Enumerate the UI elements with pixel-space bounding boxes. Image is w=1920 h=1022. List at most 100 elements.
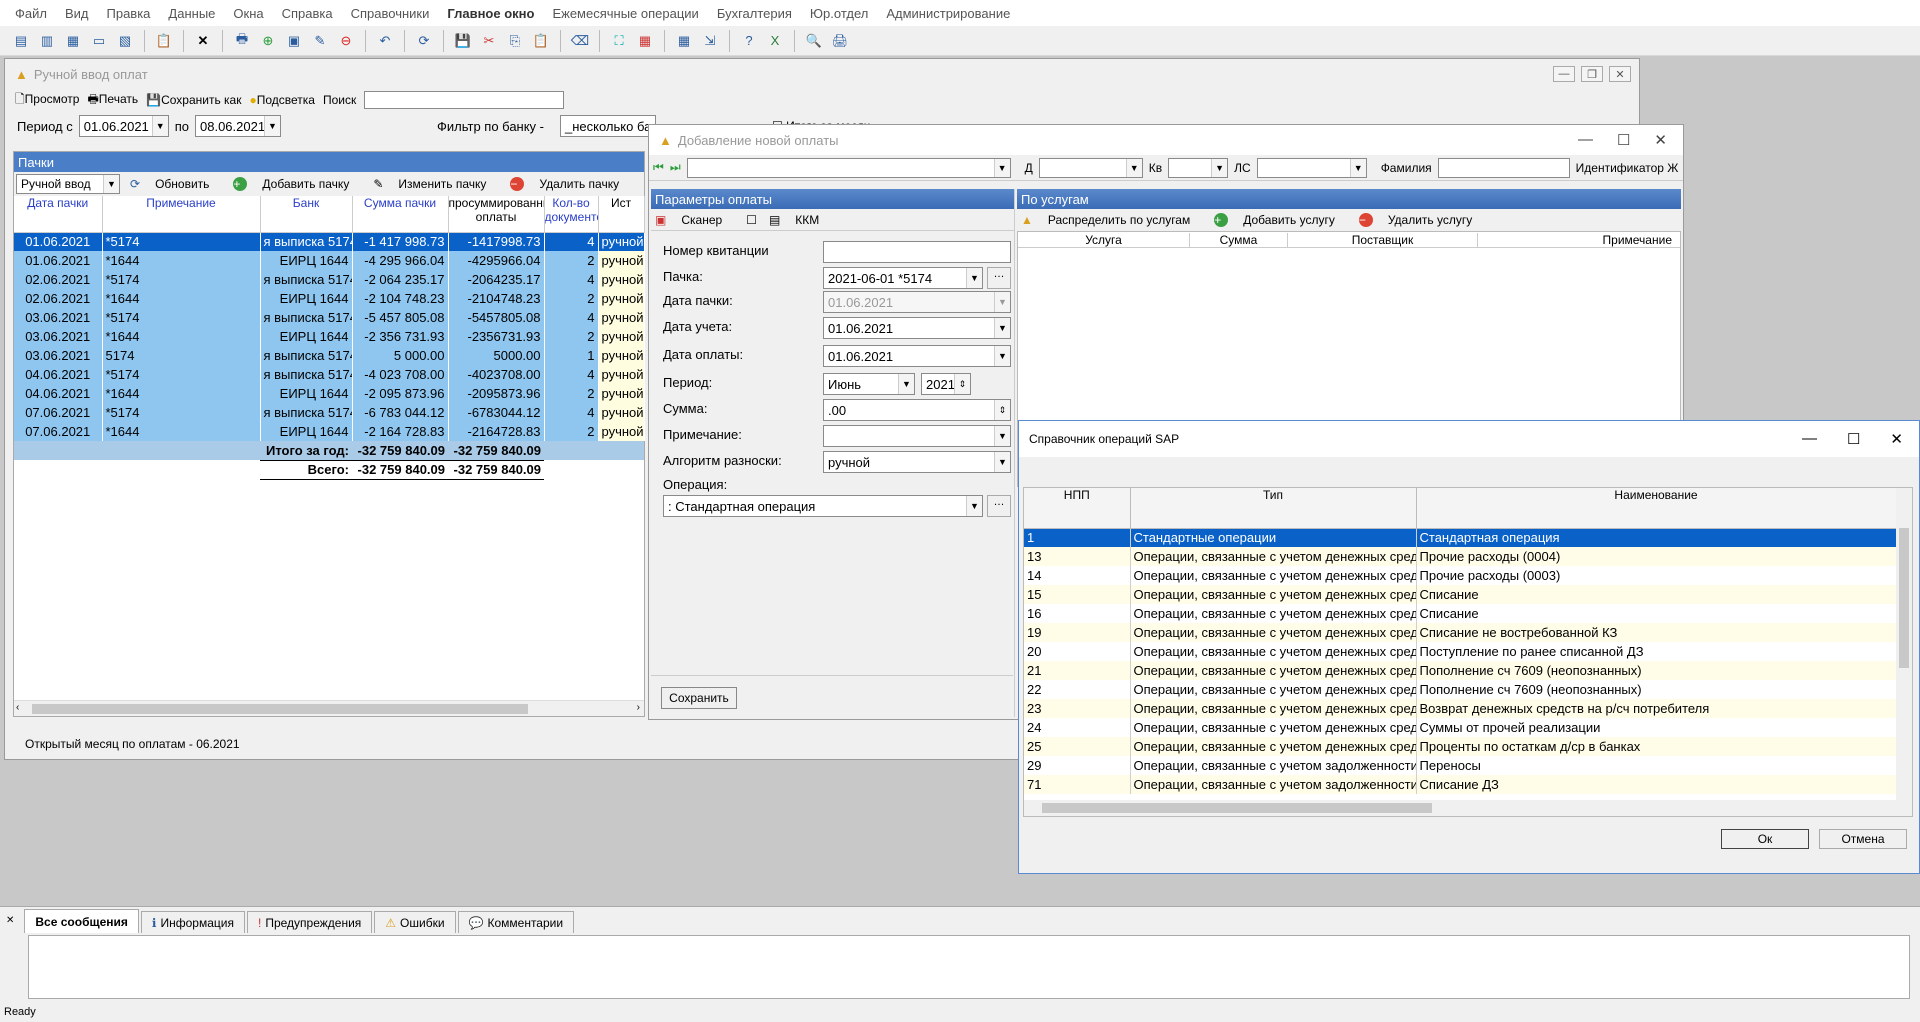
menu-item[interactable]: Ежемесячные операции (543, 6, 707, 21)
list-item[interactable]: 23 Операции, связанные с учетом денежных … (1024, 699, 1897, 718)
col-service[interactable]: Услуга (1018, 232, 1190, 247)
pack-select[interactable]: 2021-06-01 *5174 ▼ (823, 267, 983, 289)
tab-messages-0[interactable]: Все сообщения (24, 909, 139, 933)
copy-icon[interactable]: ⎘ (504, 30, 526, 52)
menu-item[interactable]: Главное окно (438, 6, 543, 21)
pack-type-select[interactable]: Ручной ввод ▼ (16, 174, 120, 194)
clipboard-icon[interactable]: 📋 (153, 30, 175, 52)
last-record-icon[interactable]: ⏭ (670, 160, 681, 175)
excel-icon[interactable]: X (764, 30, 786, 52)
ls-select[interactable]: ▼ (1256, 157, 1367, 178)
delete-pack-button[interactable]: − Удалить пачку (510, 177, 631, 191)
tile-icon[interactable]: ▧ (114, 30, 136, 52)
col-source[interactable]: Ист (598, 196, 645, 233)
algo-select[interactable]: ручной ▼ (823, 451, 1011, 473)
export-icon[interactable]: ⇲ (699, 30, 721, 52)
table-row[interactable]: 07.06.2021 *1644 ЕИРЦ 1644 -2 164 728.83 -21… (14, 422, 645, 441)
list-item[interactable]: 13 Операции, связанные с учетом денежных … (1024, 547, 1897, 566)
messages-close-icon[interactable]: ✕ (6, 915, 14, 926)
menu-item[interactable]: Бухгалтерия (708, 6, 801, 21)
col-pack-date[interactable]: Дата пачки (14, 196, 103, 233)
horizontal-scrollbar[interactable]: ‹ › (14, 700, 644, 716)
menu-item[interactable]: Администрирование (877, 6, 1019, 21)
save-as-button[interactable]: 💾Сохранить как (146, 93, 241, 107)
vertical-scrollbar[interactable] (1896, 488, 1912, 800)
menu-item[interactable]: Файл (6, 6, 56, 21)
select-icon[interactable]: ⛶ (608, 30, 630, 52)
ok-button[interactable]: Ок (1721, 829, 1809, 849)
address-select[interactable]: ▼ (686, 157, 1011, 178)
table-row[interactable]: 02.06.2021 *1644 ЕИРЦ 1644 -2 104 748.23 -21… (14, 289, 645, 308)
cancel-button[interactable]: Отмена (1819, 829, 1907, 849)
pack-browse-button[interactable]: … (987, 267, 1011, 289)
table-row[interactable]: 03.06.2021 *5174 я выписка 5174 -5 457 805.… (14, 308, 645, 327)
delete-service-button[interactable]: − Удалить услугу (1358, 213, 1484, 227)
tab-messages-2[interactable]: ! Предупреждения (246, 911, 373, 933)
kkm-button[interactable]: ▤ ККМ (769, 213, 831, 227)
maximize-button[interactable]: ☐ (1617, 131, 1630, 149)
d-select[interactable]: ▼ (1038, 157, 1143, 178)
grid-icon[interactable]: ▦ (673, 30, 695, 52)
list-item[interactable]: 15 Операции, связанные с учетом денежных … (1024, 585, 1897, 604)
print-button[interactable]: 🖶Печать (87, 90, 138, 111)
preview-button[interactable]: 🗋Просмотр (15, 90, 79, 111)
col-sum[interactable]: Сумма (1190, 232, 1288, 247)
list-item[interactable]: 24 Операции, связанные с учетом денежных … (1024, 718, 1897, 737)
kv-select[interactable]: ▼ (1168, 157, 1229, 178)
folder-icon[interactable]: ▣ (283, 30, 305, 52)
menu-item[interactable]: Окна (224, 6, 272, 21)
list-item[interactable]: 21 Операции, связанные с учетом денежных … (1024, 661, 1897, 680)
close-icon[interactable]: ✕ (192, 30, 214, 52)
period-to-input[interactable]: 08.06.2021 ▼ (195, 115, 281, 137)
period-month-select[interactable]: Июнь ▼ (823, 373, 915, 395)
menu-item[interactable]: Юр.отдел (801, 6, 877, 21)
table-row[interactable]: 01.06.2021 *1644 ЕИРЦ 1644 -4 295 966.04 -42… (14, 251, 645, 270)
pay-date-input[interactable]: 01.06.2021 ▼ (823, 345, 1011, 367)
minimize-button[interactable]: — (1553, 66, 1575, 82)
tab-messages-1[interactable]: ℹ Информация (140, 911, 245, 933)
bank-filter-input[interactable]: _несколько ба (560, 115, 656, 137)
refresh-icon[interactable]: ⟳ (413, 30, 435, 52)
horizontal-scrollbar[interactable] (1024, 800, 1912, 816)
col-supplier[interactable]: Поставщик (1288, 232, 1478, 247)
layout-icon[interactable]: ▥ (36, 30, 58, 52)
period-year-spinner[interactable]: 2021 ⇕ (921, 373, 971, 395)
operation-browse-button[interactable]: … (987, 495, 1011, 517)
table-row[interactable]: 04.06.2021 *1644 ЕИРЦ 1644 -2 095 873.96 -20… (14, 384, 645, 403)
paste-icon[interactable]: 📋 (530, 30, 552, 52)
edit-icon[interactable]: ✎ (309, 30, 331, 52)
save-button[interactable]: Сохранить (661, 687, 737, 709)
menu-item[interactable]: Справка (273, 6, 342, 21)
close-button[interactable]: ✕ (1609, 66, 1631, 82)
list-item[interactable]: 25 Операции, связанные с учетом денежных … (1024, 737, 1897, 756)
menu-item[interactable]: Справочники (342, 6, 439, 21)
printer-icon[interactable]: 🖨 (829, 30, 851, 52)
minimize-button[interactable]: — (1578, 131, 1593, 149)
list-item[interactable]: 20 Операции, связанные с учетом денежных … (1024, 642, 1897, 661)
note-select[interactable]: ▼ (823, 425, 1011, 447)
col-note[interactable]: Примечание (102, 196, 261, 233)
tab-messages-3[interactable]: ⚠ Ошибки (374, 911, 456, 933)
list-item[interactable]: 1 Стандартные операции Стандартная операци… (1024, 528, 1897, 547)
table-row[interactable]: 03.06.2021 5174 я выписка 5174 5 000.00 5000… (14, 346, 645, 365)
close-button[interactable]: ✕ (1654, 131, 1667, 149)
add-service-button[interactable]: + Добавить услугу (1214, 213, 1347, 227)
tab-messages-4[interactable]: 💬 Комментарии (457, 911, 575, 933)
add-pack-button[interactable]: + Добавить пачку (233, 177, 361, 191)
delete-icon[interactable]: ⊖ (335, 30, 357, 52)
col-note[interactable]: Примечание (1478, 233, 1678, 247)
sum-input[interactable]: .00 ⇕ (823, 399, 1011, 421)
help-icon[interactable]: ? (738, 30, 760, 52)
restore-button[interactable]: ❐ (1581, 66, 1603, 82)
table-row[interactable]: 04.06.2021 *5174 я выписка 5174 -4 023 708.… (14, 365, 645, 384)
receipt-input[interactable] (823, 241, 1011, 263)
table-row[interactable]: 07.06.2021 *5174 я выписка 5174 -6 783 044.… (14, 403, 645, 422)
distribute-button[interactable]: ▲ Распределить по услугам (1021, 213, 1202, 227)
first-record-icon[interactable]: ⏮ (653, 160, 664, 175)
search-input[interactable] (364, 91, 565, 109)
layout-icon[interactable]: ▤ (10, 30, 32, 52)
calendar-icon[interactable]: ▦ (634, 30, 656, 52)
cut-icon[interactable]: ✂ (478, 30, 500, 52)
highlight-button[interactable]: ●Подсветка (249, 93, 315, 107)
save-icon[interactable]: 💾 (452, 30, 474, 52)
